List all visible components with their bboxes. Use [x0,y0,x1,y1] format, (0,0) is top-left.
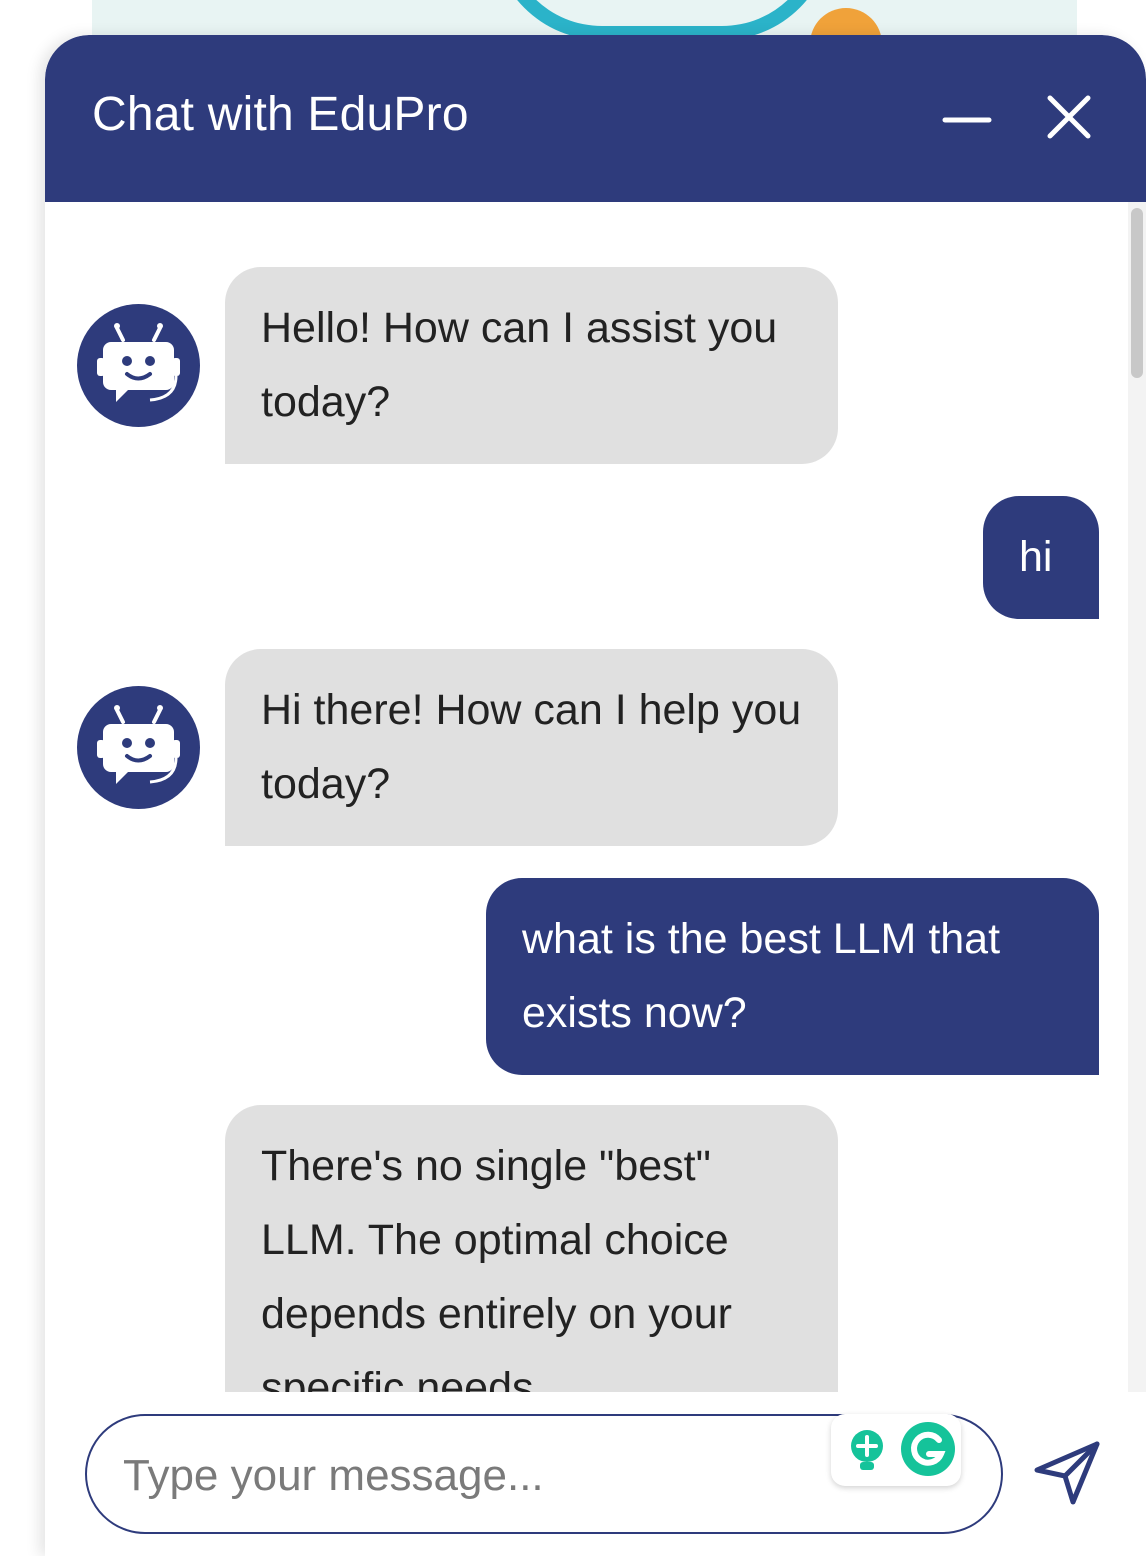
bot-avatar-icon [77,686,200,809]
extension-icons [831,1414,961,1486]
close-button[interactable] [1037,85,1101,149]
chat-header: Chat with EduPro [45,35,1146,202]
message-input-box[interactable] [85,1414,1003,1534]
chat-title: Chat with EduPro [92,88,469,141]
composer [45,1392,1146,1556]
background-decoration [492,0,832,40]
send-button[interactable] [1027,1432,1107,1512]
chat-widget: Chat with EduPro Hello! How can I assist… [45,35,1146,1556]
bot-avatar-icon [77,304,200,427]
close-icon [1047,95,1091,139]
message-list[interactable]: Hello! How can I assist you today? hi Hi… [45,202,1146,1392]
bot-message: Hello! How can I assist you today? [225,267,838,464]
lightbulb-icon[interactable] [841,1424,893,1476]
bot-message: Hi there! How can I help you today? [225,649,838,846]
minimize-icon [942,117,992,123]
message-input[interactable] [121,1440,725,1512]
scrollbar-track[interactable] [1128,202,1146,1392]
scrollbar-thumb[interactable] [1131,208,1143,378]
grammarly-icon[interactable] [899,1420,957,1478]
user-message: what is the best LLM that exists now? [486,878,1099,1075]
send-icon [1034,1441,1100,1505]
bot-message: There's no single "best" LLM. The optima… [225,1105,838,1392]
user-message: hi [983,496,1099,619]
minimize-button[interactable] [935,85,999,149]
